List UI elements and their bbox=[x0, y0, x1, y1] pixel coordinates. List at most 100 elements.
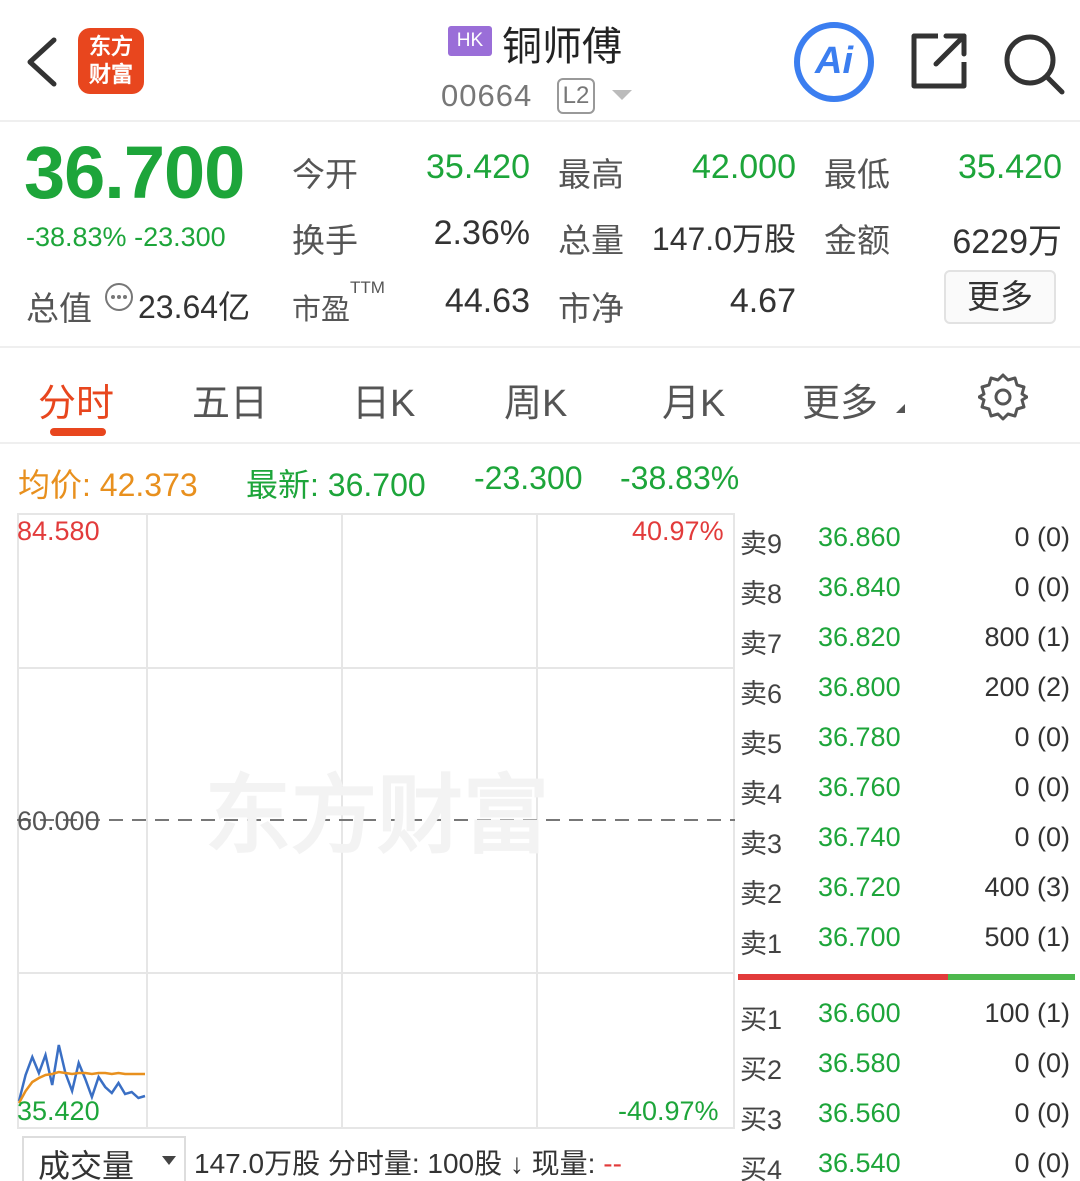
tab-more-dropdown-icon bbox=[896, 404, 905, 413]
avg-price-value: 42.373 bbox=[99, 467, 198, 503]
ask-vol: 0 (0) bbox=[1014, 572, 1070, 602]
avg-price-label: 均价: bbox=[18, 467, 91, 503]
ask-side: 卖5 bbox=[740, 729, 783, 759]
ask-side: 卖7 bbox=[740, 629, 783, 659]
ask-row[interactable]: 卖9 36.860 0 (0) bbox=[740, 522, 1070, 562]
tab-more[interactable]: 更多 bbox=[802, 372, 878, 427]
amount-value: 6229万 bbox=[952, 223, 1062, 261]
ask-row[interactable]: 卖8 36.840 0 (0) bbox=[740, 572, 1070, 612]
tab-daily-k[interactable]: 日K bbox=[352, 372, 415, 427]
pe-ttm-sup: TTM bbox=[350, 278, 385, 297]
mktcap-label: 总值 bbox=[26, 290, 92, 327]
level2-badge[interactable]: L2 bbox=[557, 78, 595, 114]
low-label: 最低 bbox=[824, 156, 890, 193]
latest-price-label: 最新: bbox=[246, 467, 319, 503]
stock-name: 铜师傅 bbox=[502, 25, 622, 69]
pe-value: 44.63 bbox=[444, 282, 530, 320]
chart-bottom-pct: -40.97% bbox=[618, 1096, 719, 1126]
pb-label: 市净 bbox=[558, 290, 624, 327]
market-badge: HK bbox=[448, 26, 492, 56]
tab-monthly-k[interactable]: 月K bbox=[662, 372, 725, 427]
tab-weekly-k[interactable]: 周K bbox=[504, 372, 567, 427]
ask-vol: 500 (1) bbox=[984, 922, 1070, 952]
top-nav-bar: 东方 财富 HK 铜师傅 00664 L2 Ai bbox=[0, 0, 1080, 122]
more-info-icon[interactable] bbox=[104, 282, 134, 312]
divider bbox=[0, 346, 1080, 348]
bid-side: 买2 bbox=[740, 1055, 783, 1085]
latest-price-value: 36.700 bbox=[327, 467, 426, 503]
app-logo[interactable]: 东方 财富 bbox=[78, 28, 144, 94]
ask-side: 卖4 bbox=[740, 779, 783, 809]
open-value: 35.420 bbox=[426, 148, 530, 186]
pb-value: 4.67 bbox=[729, 282, 796, 320]
turnover-label: 换手 bbox=[292, 222, 358, 259]
stock-switch-dropdown-icon[interactable] bbox=[612, 90, 632, 100]
ask-row[interactable]: 卖2 36.720 400 (3) bbox=[740, 872, 1070, 912]
ask-row[interactable]: 卖6 36.800 200 (2) bbox=[740, 672, 1070, 712]
back-arrow-icon[interactable] bbox=[22, 36, 66, 88]
latest-change-amt: -23.300 bbox=[474, 460, 583, 496]
ask-row[interactable]: 卖4 36.760 0 (0) bbox=[740, 772, 1070, 812]
latest-change-pct: -38.83% bbox=[620, 460, 740, 496]
ask-price: 36.720 bbox=[818, 872, 901, 902]
search-icon[interactable] bbox=[1000, 30, 1066, 96]
ask-price: 36.740 bbox=[818, 822, 901, 852]
ask-row[interactable]: 卖5 36.780 0 (0) bbox=[740, 722, 1070, 762]
ask-side: 卖6 bbox=[740, 679, 783, 709]
ask-price: 36.860 bbox=[818, 522, 901, 552]
ask-price: 36.820 bbox=[818, 622, 901, 652]
tab-intraday[interactable]: 分时 bbox=[38, 372, 114, 427]
bid-price: 36.540 bbox=[818, 1148, 901, 1178]
high-label: 最高 bbox=[558, 156, 624, 193]
chevron-down-icon bbox=[162, 1156, 176, 1165]
bid-side: 买3 bbox=[740, 1105, 783, 1135]
ask-side: 卖8 bbox=[740, 579, 783, 609]
ask-row[interactable]: 卖7 36.820 800 (1) bbox=[740, 622, 1070, 662]
ask-row[interactable]: 卖1 36.700 500 (1) bbox=[740, 922, 1070, 962]
current-volume: -- bbox=[603, 1148, 622, 1179]
ask-vol: 0 (0) bbox=[1014, 822, 1070, 852]
volume-select-label: 成交量 bbox=[38, 1148, 135, 1181]
ask-vol: 0 (0) bbox=[1014, 772, 1070, 802]
bid-side: 买1 bbox=[740, 1005, 783, 1035]
chart-top-pct: 40.97% bbox=[632, 516, 724, 546]
ask-price: 36.700 bbox=[818, 922, 901, 952]
volume-indicator-select[interactable]: 成交量 bbox=[22, 1136, 186, 1181]
bid-row[interactable]: 买3 36.560 0 (0) bbox=[740, 1098, 1070, 1138]
chart-top-price: 84.580 bbox=[17, 516, 100, 546]
bid-row[interactable]: 买4 36.540 0 (0) bbox=[740, 1148, 1070, 1181]
active-tab-indicator bbox=[50, 428, 106, 436]
latest-price: 最新: 36.700 bbox=[246, 460, 426, 506]
ask-price: 36.800 bbox=[818, 672, 901, 702]
ai-assistant-button[interactable]: Ai bbox=[794, 22, 874, 102]
ask-side: 卖3 bbox=[740, 829, 783, 859]
volume-label: 总量 bbox=[558, 222, 624, 259]
ask-vol: 0 (0) bbox=[1014, 722, 1070, 752]
chart-lines bbox=[17, 1044, 146, 1104]
bid-vol: 0 (0) bbox=[1014, 1148, 1070, 1178]
bid-price: 36.580 bbox=[818, 1048, 901, 1078]
gear-icon[interactable] bbox=[978, 372, 1028, 422]
change-amt: -23.300 bbox=[134, 222, 226, 252]
stock-code: 00664 bbox=[441, 78, 533, 113]
bid-price: 36.600 bbox=[818, 998, 901, 1028]
share-icon[interactable] bbox=[908, 30, 970, 92]
ask-row[interactable]: 卖3 36.740 0 (0) bbox=[740, 822, 1070, 862]
intraday-chart[interactable]: 东方财富 bbox=[17, 513, 735, 1130]
pe-label: 市盈TTM bbox=[292, 278, 385, 328]
bid-side: 买4 bbox=[740, 1155, 783, 1181]
high-value: 42.000 bbox=[692, 148, 796, 186]
avg-price: 均价: 42.373 bbox=[18, 460, 198, 506]
ask-side: 卖9 bbox=[740, 529, 783, 559]
volume-value: 147.0万股 bbox=[651, 221, 796, 257]
volume-info: 147.0万股 分时量: 100股 ↓ 现量: -- bbox=[194, 1142, 622, 1181]
more-quote-button[interactable]: 更多 bbox=[944, 270, 1056, 324]
ask-side: 卖2 bbox=[740, 879, 783, 909]
bid-row[interactable]: 买2 36.580 0 (0) bbox=[740, 1048, 1070, 1088]
tab-five-day[interactable]: 五日 bbox=[192, 372, 268, 427]
bid-vol: 0 (0) bbox=[1014, 1048, 1070, 1078]
ask-side: 卖1 bbox=[740, 929, 783, 959]
bid-row[interactable]: 买1 36.600 100 (1) bbox=[740, 998, 1070, 1038]
ask-vol: 0 (0) bbox=[1014, 522, 1070, 552]
ask-ratio-bar bbox=[738, 974, 948, 980]
